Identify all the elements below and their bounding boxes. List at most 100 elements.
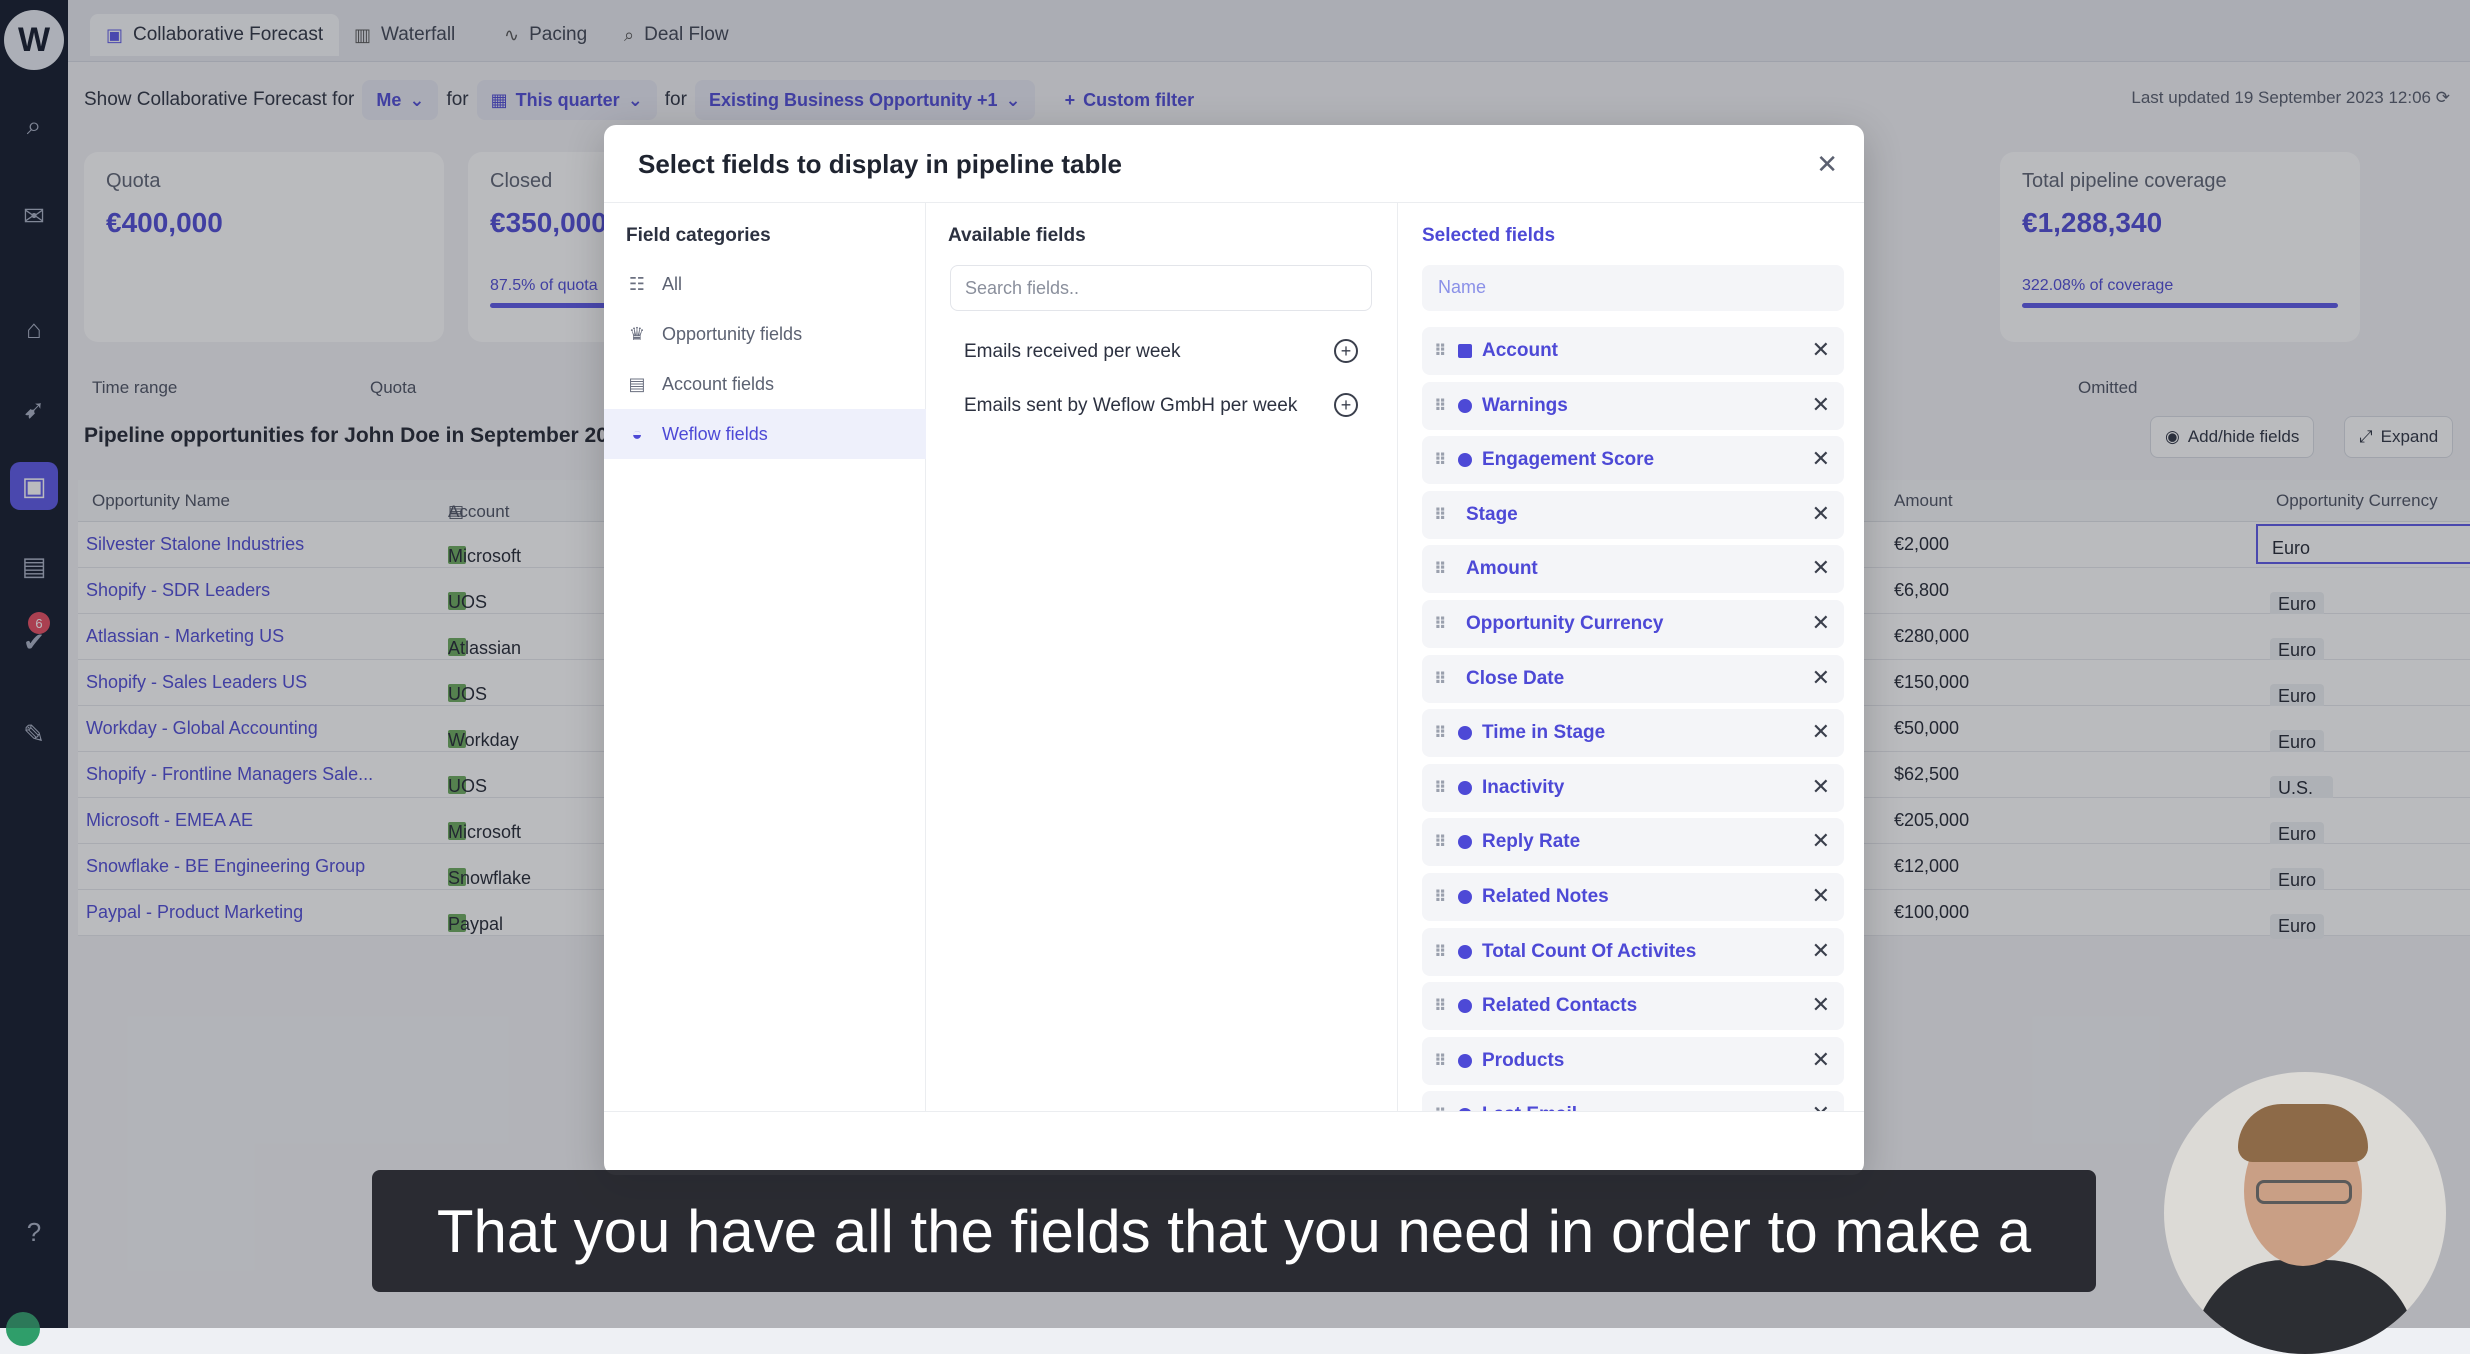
add-circle-icon[interactable]: + — [1334, 339, 1358, 363]
selected-field[interactable]: ⠿ Time in Stage ✕ — [1422, 709, 1844, 758]
drag-handle-icon[interactable]: ⠿ — [1434, 723, 1454, 743]
selected-field[interactable]: ⠿ Stage ✕ — [1422, 490, 1844, 539]
remove-icon[interactable]: ✕ — [1812, 938, 1830, 964]
selected-field[interactable]: ⠿ Amount ✕ — [1422, 545, 1844, 594]
weflow-icon — [1458, 780, 1472, 795]
selected-field-label: Stage — [1466, 503, 1518, 525]
field-categories-column: Field categories ☷ All ♛ Opportunity fields… — [604, 203, 926, 1111]
category-opportunity-fields[interactable]: ♛ Opportunity fields — [604, 309, 926, 359]
remove-icon[interactable]: ✕ — [1812, 610, 1830, 636]
drag-handle-icon[interactable]: ⠿ — [1434, 942, 1454, 962]
presenter-hair — [2238, 1104, 2368, 1162]
weflow-icon — [1458, 944, 1472, 959]
selected-field-label: Related Contacts — [1482, 995, 1638, 1017]
video-caption: That you have all the fields that you ne… — [372, 1170, 2096, 1292]
selected-field-label: Opportunity Currency — [1466, 613, 1664, 634]
drag-handle-icon[interactable]: ⠿ — [1434, 614, 1454, 634]
add-circle-icon[interactable]: + — [1334, 393, 1358, 417]
remove-icon[interactable]: ✕ — [1812, 555, 1830, 581]
weflow-icon — [1458, 398, 1472, 413]
weflow-icon — [1458, 1053, 1472, 1068]
available-field[interactable]: Emails sent by Weflow GmbH per week + — [950, 383, 1372, 429]
remove-icon[interactable]: ✕ — [1812, 1101, 1830, 1111]
selected-field-label: Engagement Score — [1482, 449, 1655, 471]
drag-handle-icon[interactable]: ⠿ — [1434, 832, 1454, 852]
selected-field-label: Warnings — [1482, 394, 1568, 416]
drag-handle-icon[interactable]: ⠿ — [1434, 505, 1454, 525]
selected-field[interactable]: ⠿ Related Contacts ✕ — [1422, 982, 1844, 1031]
selected-field[interactable]: ⠿ Close Date ✕ — [1422, 654, 1844, 703]
weflow-icon — [1458, 890, 1472, 904]
drag-handle-icon[interactable]: ⠿ — [1434, 1051, 1454, 1071]
presenter-body — [2194, 1260, 2416, 1354]
building-icon: ▤ — [628, 373, 646, 394]
selected-field-label: Time in Stage — [1482, 722, 1606, 744]
presenter-glasses — [2256, 1180, 2352, 1204]
selected-field-label: Reply Rate — [1482, 831, 1581, 853]
selected-field[interactable]: ⠿ Products ✕ — [1422, 1036, 1844, 1085]
selected-field-label: Close Date — [1466, 667, 1565, 689]
remove-icon[interactable]: ✕ — [1812, 774, 1830, 800]
sliders-icon: ☷ — [628, 273, 646, 294]
category-label: Account fields — [662, 373, 775, 394]
drag-handle-icon[interactable]: ⠿ — [1434, 778, 1454, 798]
webcam-presenter — [2164, 1072, 2446, 1354]
select-fields-modal: Select fields to display in pipeline tab… — [604, 125, 1864, 1175]
selected-field[interactable]: ⠿ Related Notes ✕ — [1422, 873, 1844, 921]
drag-handle-icon[interactable]: ⠿ — [1434, 396, 1454, 416]
weflow-icon — [1458, 999, 1472, 1014]
remove-icon[interactable]: ✕ — [1812, 1047, 1830, 1073]
remove-icon[interactable]: ✕ — [1812, 337, 1830, 363]
selected-field[interactable]: ⠿ Account ✕ — [1422, 327, 1844, 375]
weflow-icon — [1458, 726, 1472, 741]
modal-footer — [604, 1111, 1864, 1175]
available-field[interactable]: Emails received per week + — [950, 329, 1372, 375]
available-fields-column: Available fields Emails received per wee… — [926, 203, 1398, 1111]
category-weflow-fields[interactable]: ◒ Weflow fields — [604, 409, 926, 459]
drag-handle-icon[interactable]: ⠿ — [1434, 669, 1454, 689]
close-icon[interactable]: ✕ — [1816, 149, 1838, 180]
weflow-icon — [1458, 835, 1472, 850]
selected-field-label: Products — [1482, 1049, 1565, 1071]
selected-field-label: Inactivity — [1482, 776, 1565, 798]
selected-field[interactable]: ⠿ Reply Rate ✕ — [1422, 818, 1844, 867]
available-field-label: Emails sent by Weflow GmbH per week — [964, 395, 1298, 416]
building-icon — [1458, 344, 1472, 358]
remove-icon[interactable]: ✕ — [1812, 501, 1830, 527]
category-account-fields[interactable]: ▤ Account fields — [604, 359, 926, 409]
selected-field-label: Account — [1482, 340, 1558, 361]
weflow-icon — [1458, 453, 1472, 468]
drag-handle-icon[interactable]: ⠿ — [1434, 450, 1454, 470]
category-label: Opportunity fields — [662, 323, 803, 344]
modal-header: Select fields to display in pipeline tab… — [604, 125, 1864, 203]
remove-icon[interactable]: ✕ — [1812, 446, 1830, 472]
category-all[interactable]: ☷ All — [604, 259, 926, 309]
remove-icon[interactable]: ✕ — [1812, 392, 1830, 418]
selected-field-label: Total Count Of Activites — [1482, 940, 1697, 962]
remove-icon[interactable]: ✕ — [1812, 665, 1830, 691]
remove-icon[interactable]: ✕ — [1812, 992, 1830, 1018]
drag-handle-icon[interactable]: ⠿ — [1434, 559, 1454, 579]
remove-icon[interactable]: ✕ — [1812, 828, 1830, 854]
field-categories-title: Field categories — [626, 225, 771, 246]
selected-field[interactable]: ⠿ Total Count Of Activites ✕ — [1422, 927, 1844, 976]
selected-field[interactable]: ⠿Last Email✕ — [1422, 1091, 1844, 1111]
selected-field[interactable]: ⠿ Inactivity ✕ — [1422, 763, 1844, 812]
selected-field[interactable]: ⠿ Engagement Score ✕ — [1422, 436, 1844, 485]
available-fields-title: Available fields — [948, 225, 1086, 246]
search-fields-input[interactable] — [950, 265, 1372, 311]
selected-fields-column: Selected fields Name ⠿ Account ✕ ⠿ Warnings ✕… — [1398, 203, 1864, 1111]
selected-field-label: Amount — [1466, 558, 1538, 580]
category-label: Weflow fields — [662, 423, 768, 444]
category-label: All — [662, 273, 683, 294]
modal-title: Select fields to display in pipeline tab… — [638, 149, 1123, 179]
selected-field[interactable]: ⠿ Opportunity Currency ✕ — [1422, 600, 1844, 648]
remove-icon[interactable]: ✕ — [1812, 719, 1830, 745]
remove-icon[interactable]: ✕ — [1812, 883, 1830, 909]
selected-field-label: Last Email — [1482, 1104, 1577, 1111]
selected-field[interactable]: ⠿ Warnings ✕ — [1422, 381, 1844, 430]
available-field-label: Emails received per week — [964, 341, 1181, 362]
drag-handle-icon[interactable]: ⠿ — [1434, 996, 1454, 1016]
drag-handle-icon[interactable]: ⠿ — [1434, 341, 1454, 361]
drag-handle-icon[interactable]: ⠿ — [1434, 887, 1454, 907]
